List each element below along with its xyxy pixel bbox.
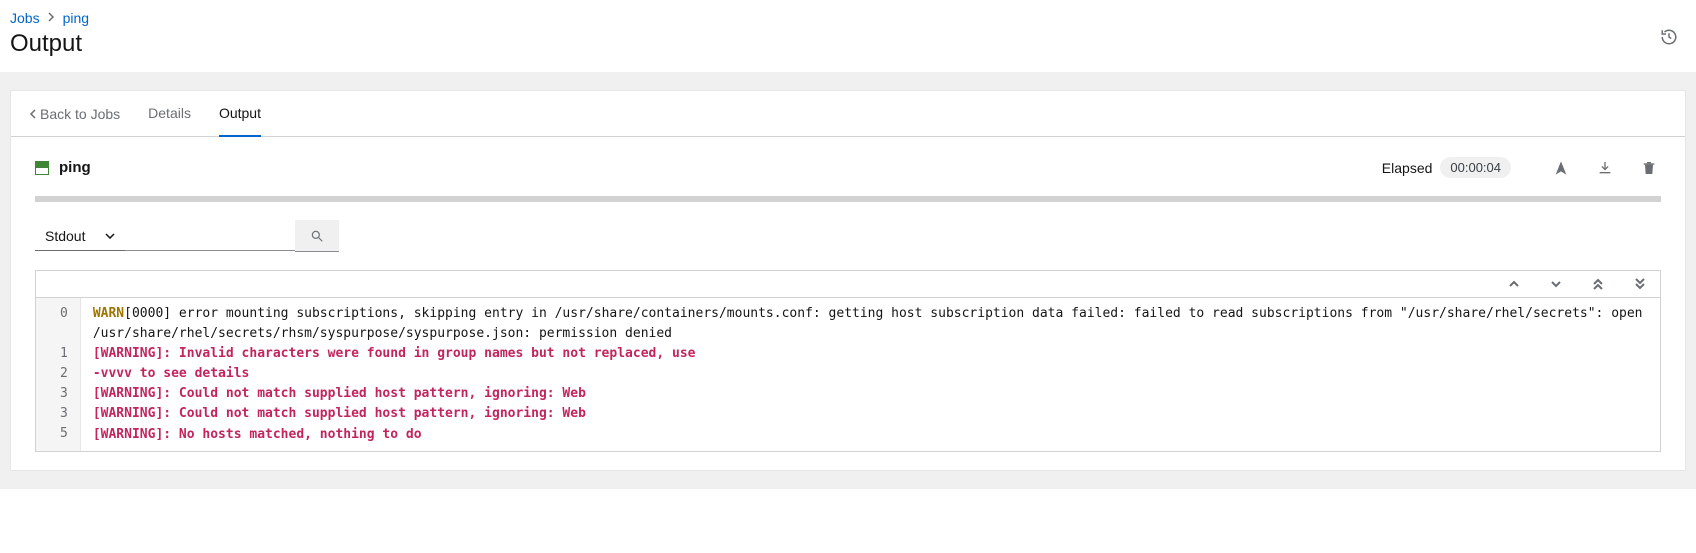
scroll-up-icon[interactable] bbox=[1508, 278, 1520, 290]
line-number: 3 bbox=[60, 404, 68, 424]
history-icon[interactable] bbox=[1660, 28, 1678, 49]
line-number: 0 bbox=[60, 304, 68, 324]
line-number: 5 bbox=[60, 424, 68, 444]
line-number: 3 bbox=[60, 384, 68, 404]
log-content[interactable]: WARN[0000] error mounting subscriptions,… bbox=[81, 298, 1660, 451]
scroll-top-icon[interactable] bbox=[1592, 277, 1604, 291]
line-number-spacer bbox=[60, 324, 68, 344]
output-panel: Back to Jobs Details Output ping Elapsed… bbox=[10, 90, 1686, 471]
line-number: 2 bbox=[60, 364, 68, 384]
log-line: [WARNING]: Could not match supplied host… bbox=[93, 404, 1648, 424]
job-name: ping bbox=[59, 159, 91, 176]
relaunch-icon[interactable] bbox=[1553, 160, 1573, 176]
page-title: Output bbox=[10, 30, 1686, 58]
log-line: [WARNING]: Invalid characters were found… bbox=[93, 344, 1648, 364]
caret-down-icon bbox=[105, 233, 115, 239]
tabs-row: Back to Jobs Details Output bbox=[11, 91, 1685, 137]
output-mode-select[interactable]: Stdout bbox=[35, 222, 125, 251]
line-number-gutter: 012335 bbox=[36, 298, 81, 451]
job-status-icon bbox=[35, 161, 49, 175]
tab-output[interactable]: Output bbox=[219, 91, 261, 137]
line-number: 1 bbox=[60, 344, 68, 364]
breadcrumb-current-link[interactable]: ping bbox=[63, 10, 89, 26]
breadcrumb-root-link[interactable]: Jobs bbox=[10, 10, 40, 26]
tab-details[interactable]: Details bbox=[148, 91, 191, 137]
scroll-bottom-icon[interactable] bbox=[1634, 277, 1646, 291]
scroll-down-icon[interactable] bbox=[1550, 278, 1562, 290]
search-button[interactable] bbox=[295, 220, 339, 252]
breadcrumb: Jobs ping bbox=[10, 10, 1686, 26]
trash-icon[interactable] bbox=[1641, 160, 1661, 176]
breadcrumb-separator bbox=[48, 11, 55, 25]
elapsed-value: 00:00:04 bbox=[1440, 157, 1511, 178]
progress-bar bbox=[35, 196, 1661, 202]
output-log: 012335 WARN[0000] error mounting subscri… bbox=[35, 270, 1661, 452]
download-icon[interactable] bbox=[1597, 160, 1617, 176]
elapsed-label: Elapsed bbox=[1382, 160, 1433, 176]
log-line: -vvvv to see details bbox=[93, 364, 1648, 384]
log-line: [WARNING]: No hosts matched, nothing to … bbox=[93, 425, 1648, 445]
back-to-jobs-link[interactable]: Back to Jobs bbox=[29, 92, 120, 136]
output-mode-label: Stdout bbox=[45, 228, 105, 244]
log-line: [WARNING]: Could not match supplied host… bbox=[93, 384, 1648, 404]
back-to-jobs-label: Back to Jobs bbox=[40, 106, 120, 122]
log-line: WARN[0000] error mounting subscriptions,… bbox=[93, 304, 1648, 344]
search-input[interactable] bbox=[125, 222, 295, 251]
